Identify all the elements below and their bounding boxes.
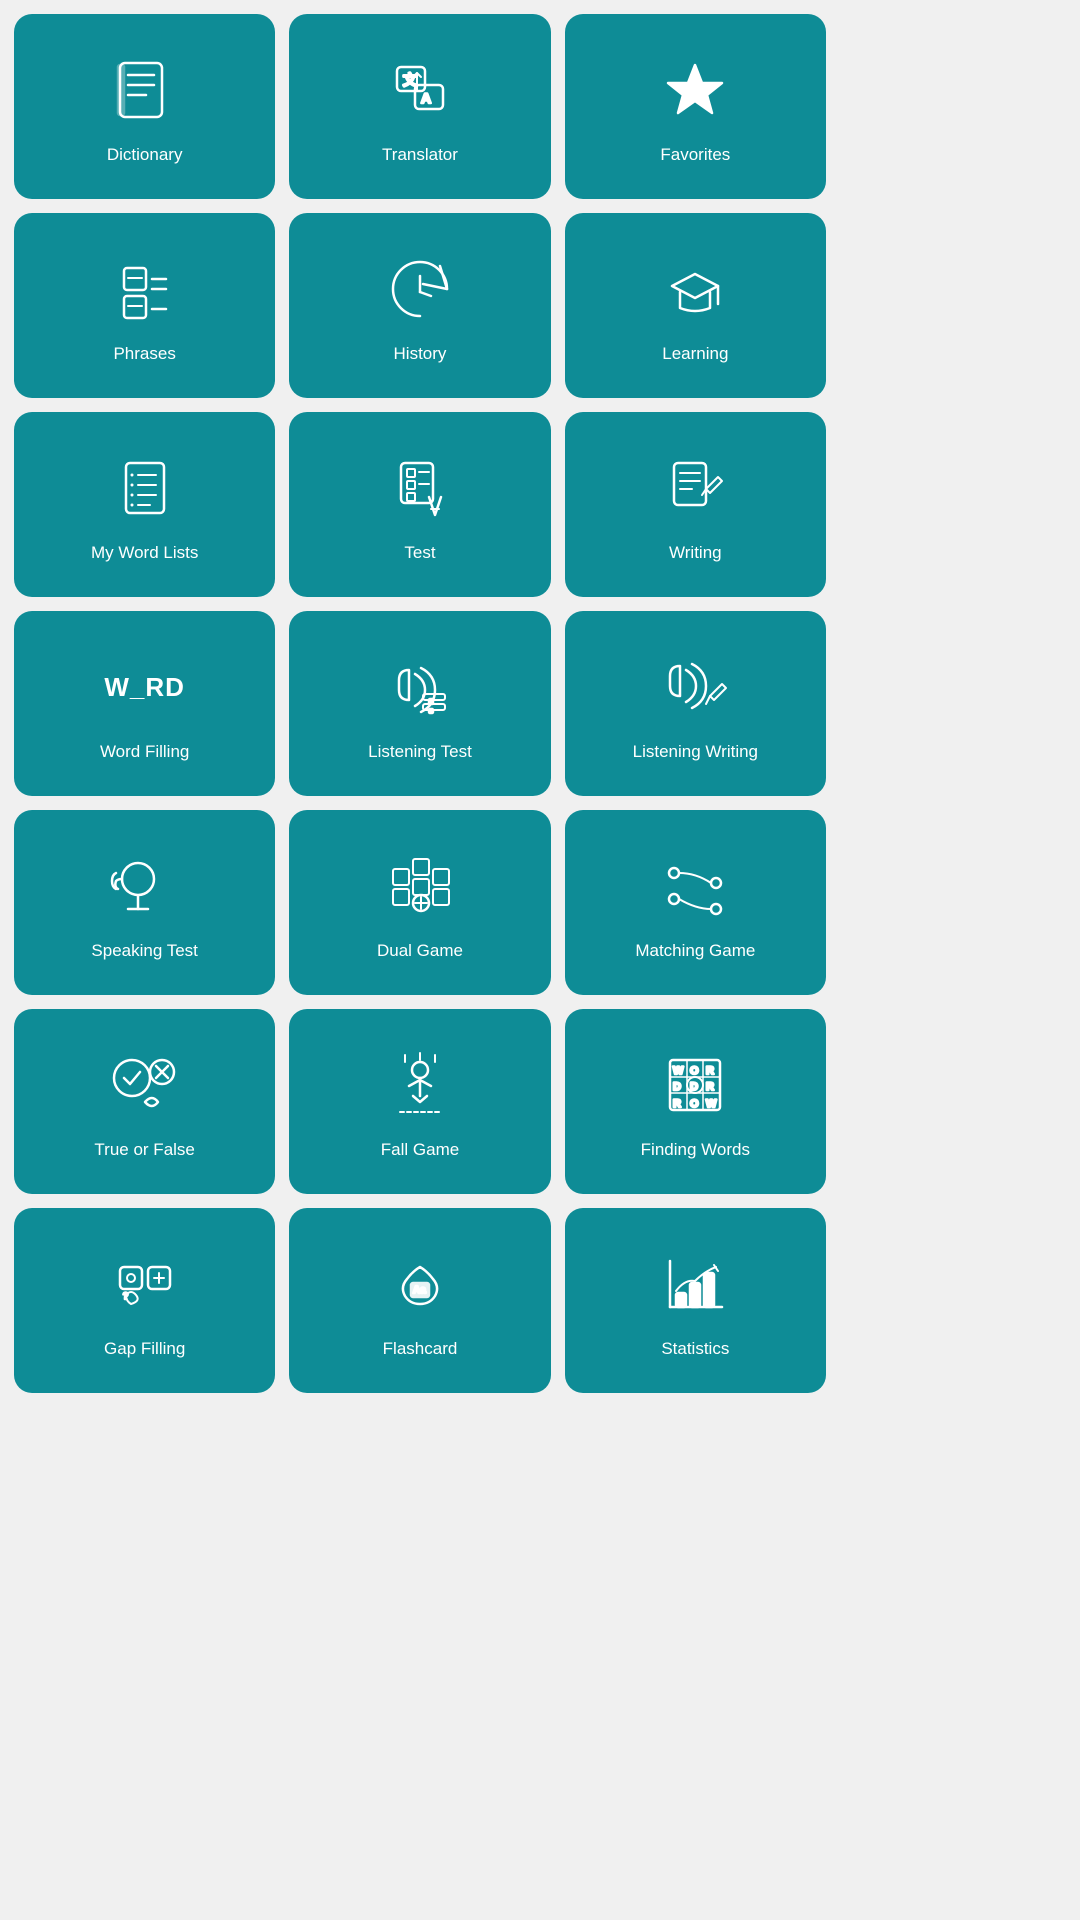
word-filling-label: Word Filling <box>100 741 189 763</box>
tile-writing[interactable]: Writing <box>565 412 826 597</box>
listening-writing-icon <box>655 647 735 727</box>
history-label: History <box>394 343 447 365</box>
svg-text:?: ? <box>123 1291 128 1301</box>
learning-label: Learning <box>662 343 728 365</box>
gap-filling-icon: ? <box>105 1244 185 1324</box>
translator-label: Translator <box>382 144 458 166</box>
history-icon <box>380 249 460 329</box>
svg-text:Aa: Aa <box>413 1285 426 1296</box>
favorites-icon <box>655 50 735 130</box>
tile-true-or-false[interactable]: True or False <box>14 1009 275 1194</box>
finding-words-icon: WORDDRROW <box>655 1045 735 1125</box>
gap-filling-label: Gap Filling <box>104 1338 185 1360</box>
learning-icon <box>655 249 735 329</box>
translator-icon: 文A <box>380 50 460 130</box>
fall-game-icon <box>380 1045 460 1125</box>
tile-speaking-test[interactable]: Speaking Test <box>14 810 275 995</box>
tile-matching-game[interactable]: Matching Game <box>565 810 826 995</box>
dictionary-icon <box>105 50 185 130</box>
tile-statistics[interactable]: Statistics <box>565 1208 826 1393</box>
svg-text:R: R <box>706 1081 714 1093</box>
tile-finding-words[interactable]: WORDDRROWFinding Words <box>565 1009 826 1194</box>
listening-test-icon <box>380 647 460 727</box>
tile-listening-test[interactable]: Listening Test <box>289 611 550 796</box>
word-filling-icon: W_RD <box>105 647 185 727</box>
test-icon <box>380 448 460 528</box>
speaking-test-label: Speaking Test <box>91 940 197 962</box>
favorites-label: Favorites <box>660 144 730 166</box>
svg-text:D: D <box>690 1081 698 1093</box>
tile-listening-writing[interactable]: Listening Writing <box>565 611 826 796</box>
dual-game-icon <box>380 846 460 926</box>
svg-text:R: R <box>706 1065 714 1077</box>
writing-label: Writing <box>669 542 722 564</box>
fall-game-label: Fall Game <box>381 1139 459 1161</box>
tile-fall-game[interactable]: Fall Game <box>289 1009 550 1194</box>
dictionary-label: Dictionary <box>107 144 183 166</box>
svg-text:W: W <box>673 1065 684 1077</box>
tile-dual-game[interactable]: Dual Game <box>289 810 550 995</box>
my-word-lists-icon <box>105 448 185 528</box>
statistics-label: Statistics <box>661 1338 729 1360</box>
app-grid: Dictionary 文A Translator Favorites Phrases Hi… <box>0 0 840 1407</box>
listening-test-label: Listening Test <box>368 741 472 763</box>
matching-game-label: Matching Game <box>635 940 755 962</box>
tile-dictionary[interactable]: Dictionary <box>14 14 275 199</box>
svg-text:W: W <box>706 1098 717 1110</box>
tile-favorites[interactable]: Favorites <box>565 14 826 199</box>
phrases-icon <box>105 249 185 329</box>
svg-text:A: A <box>421 90 431 106</box>
flashcard-label: Flashcard <box>383 1338 458 1360</box>
tile-gap-filling[interactable]: ? Gap Filling <box>14 1208 275 1393</box>
tile-learning[interactable]: Learning <box>565 213 826 398</box>
statistics-icon <box>655 1244 735 1324</box>
svg-text:R: R <box>673 1098 681 1110</box>
speaking-test-icon <box>105 846 185 926</box>
tile-translator[interactable]: 文A Translator <box>289 14 550 199</box>
tile-my-word-lists[interactable]: My Word Lists <box>14 412 275 597</box>
finding-words-label: Finding Words <box>641 1139 750 1161</box>
tile-flashcard[interactable]: Aa Flashcard <box>289 1208 550 1393</box>
svg-text:O: O <box>690 1098 699 1110</box>
tile-history[interactable]: History <box>289 213 550 398</box>
tile-phrases[interactable]: Phrases <box>14 213 275 398</box>
dual-game-label: Dual Game <box>377 940 463 962</box>
tile-test[interactable]: Test <box>289 412 550 597</box>
svg-text:O: O <box>690 1065 699 1077</box>
listening-writing-label: Listening Writing <box>633 741 758 763</box>
phrases-label: Phrases <box>113 343 175 365</box>
true-or-false-label: True or False <box>94 1139 194 1161</box>
matching-game-icon <box>655 846 735 926</box>
svg-text:D: D <box>673 1081 681 1093</box>
writing-icon <box>655 448 735 528</box>
tile-word-filling[interactable]: W_RD Word Filling <box>14 611 275 796</box>
true-or-false-icon <box>105 1045 185 1125</box>
flashcard-icon: Aa <box>380 1244 460 1324</box>
my-word-lists-label: My Word Lists <box>91 542 198 564</box>
test-label: Test <box>404 542 435 564</box>
